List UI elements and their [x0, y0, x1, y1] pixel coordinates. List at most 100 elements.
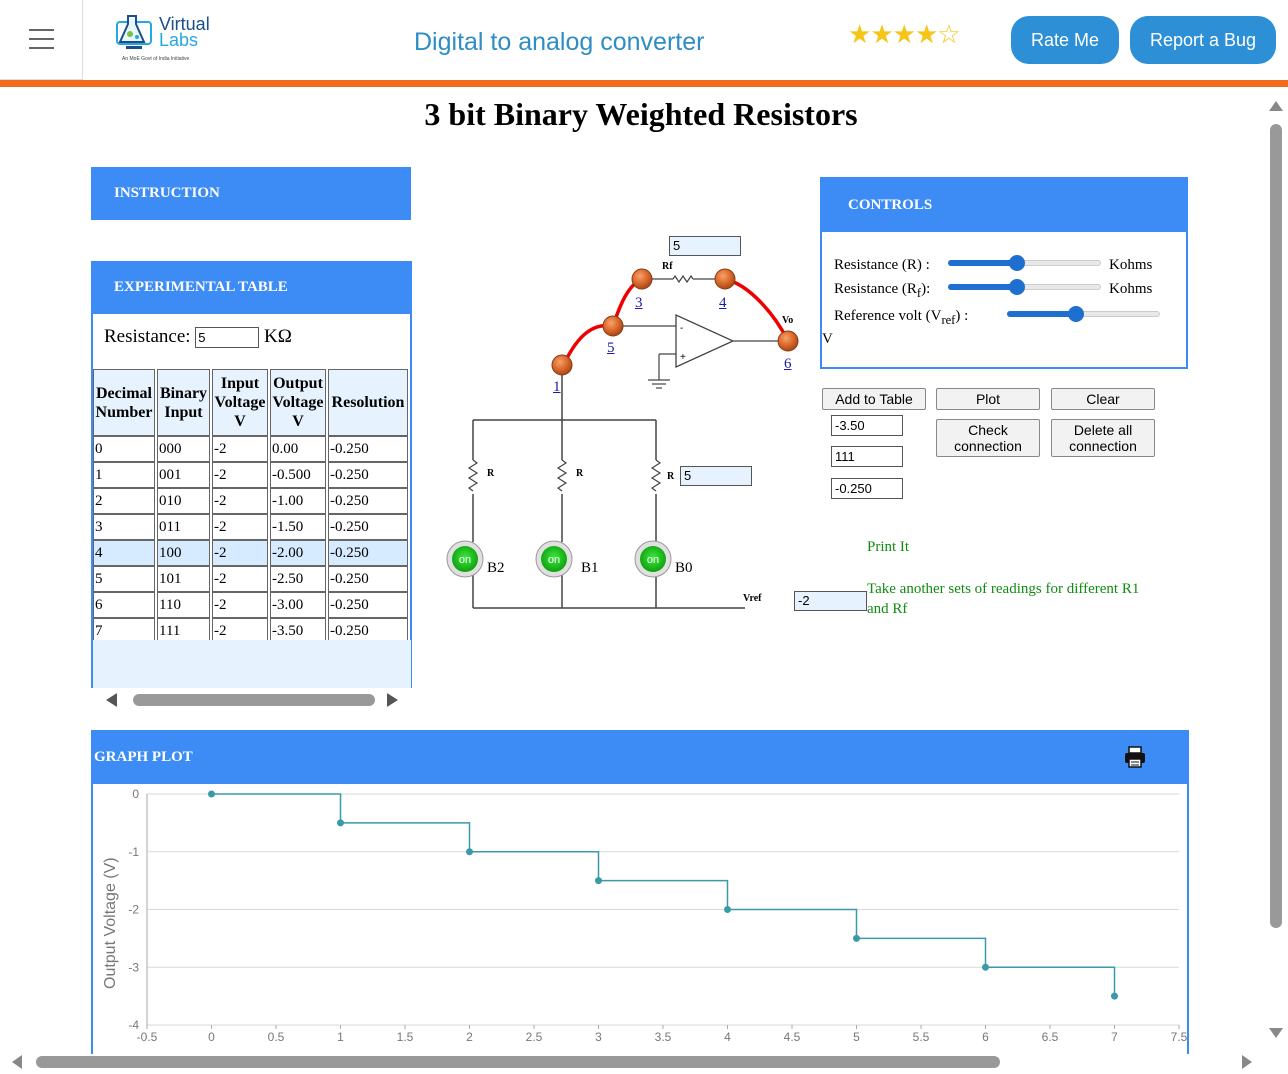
node-label-1[interactable]: 1: [553, 379, 561, 396]
node-label-3[interactable]: 3: [635, 295, 643, 312]
logo-text: Virtual Labs: [159, 15, 210, 50]
menu-button[interactable]: [0, 0, 83, 80]
scroll-left-arrow-icon[interactable]: [12, 1055, 22, 1069]
node-label-5[interactable]: 5: [607, 340, 615, 357]
vref-input[interactable]: -2: [794, 591, 867, 611]
slider-knob[interactable]: [1008, 255, 1025, 271]
scroll-down-arrow-icon[interactable]: [1269, 1028, 1283, 1038]
rating-stars[interactable]: ★★★★☆: [848, 20, 961, 50]
x-tick-label: 4: [724, 1030, 731, 1044]
output-voltage-field[interactable]: -3.50: [831, 415, 903, 436]
y-tick-label: 0: [132, 787, 139, 801]
data-point[interactable]: [853, 934, 860, 942]
logo-line2: Labs: [159, 30, 199, 50]
scroll-thumb[interactable]: [1270, 124, 1282, 928]
connection-wire[interactable]: [724, 277, 790, 342]
col-header-text: Voltage: [214, 394, 266, 411]
slider-knob[interactable]: [1008, 279, 1025, 295]
switch-b2[interactable]: on: [446, 540, 484, 578]
flask-icon: [116, 15, 152, 49]
binary-cell: 101: [157, 566, 210, 592]
delete-all-connection-button[interactable]: Delete all connection: [1051, 419, 1155, 457]
scroll-up-arrow-icon[interactable]: [1269, 101, 1283, 111]
scroll-thumb[interactable]: [133, 694, 375, 706]
table-row: 0 000 -2 0.00 -0.250: [93, 436, 408, 462]
r-slider[interactable]: [948, 255, 1101, 271]
r-input[interactable]: 5: [680, 466, 752, 486]
table-horizontal-scrollbar[interactable]: [93, 690, 411, 710]
scroll-right-arrow-icon[interactable]: [1242, 1055, 1252, 1069]
scroll-right-arrow-icon[interactable]: [387, 693, 398, 707]
star-icon[interactable]: ★: [870, 20, 893, 50]
data-point[interactable]: [208, 790, 215, 798]
page-horizontal-scrollbar[interactable]: [0, 1050, 1264, 1074]
node-1[interactable]: [551, 354, 573, 376]
binary-field[interactable]: 111: [831, 446, 903, 467]
scroll-thumb[interactable]: [36, 1056, 1000, 1068]
decimal-cell: 2: [93, 488, 155, 514]
switch-b0[interactable]: on: [634, 540, 672, 578]
x-tick-label: 4.5: [784, 1030, 801, 1044]
input-voltage-cell: -2: [212, 436, 268, 462]
col-header-text: Number: [95, 403, 153, 421]
switch-b1[interactable]: on: [535, 540, 573, 578]
another-readings-message: Take another sets of readings for differ…: [867, 581, 1140, 617]
output-voltage-chart: 0-1-2-3-4-0.5 0 0.5 1 1.5 2 2.5 3 3.5 4 4.5 5 5.5 6 6.…: [102, 787, 1188, 1044]
report-bug-button[interactable]: Report a Bug: [1130, 16, 1276, 64]
vref-slider[interactable]: [1007, 306, 1160, 322]
rf-input[interactable]: 5: [669, 236, 741, 256]
node-5[interactable]: [602, 315, 624, 337]
binary-cell: 001: [157, 462, 210, 488]
data-point[interactable]: [595, 877, 602, 885]
resolution-field[interactable]: -0.250: [831, 478, 903, 499]
resistance-input[interactable]: [195, 327, 260, 349]
star-icon[interactable]: ★: [915, 20, 938, 50]
rf-slider[interactable]: [948, 279, 1101, 295]
output-voltage-cell: -3.00: [270, 592, 326, 618]
resistor-b0: [650, 459, 662, 492]
star-outline-icon[interactable]: ☆: [937, 20, 960, 50]
data-point[interactable]: [982, 963, 989, 971]
print-it-link[interactable]: Print It: [867, 539, 909, 556]
resolution-cell: -0.250: [328, 488, 408, 514]
slider-knob[interactable]: [1067, 306, 1084, 322]
app-title: Digital to analog converter: [414, 28, 705, 56]
data-point[interactable]: [466, 848, 473, 856]
node-3[interactable]: [631, 268, 653, 290]
virtual-labs-logo[interactable]: Virtual Labs An MoE Govt of India Initia…: [114, 12, 224, 66]
col-header-text: Output: [273, 375, 323, 392]
x-tick-label: 7.5: [1171, 1030, 1187, 1044]
clear-button[interactable]: Clear: [1051, 388, 1155, 410]
scroll-left-arrow-icon[interactable]: [106, 693, 117, 707]
input-voltage-cell: -2: [212, 488, 268, 514]
star-icon[interactable]: ★: [848, 20, 871, 50]
page-vertical-scrollbar[interactable]: [1264, 96, 1288, 1048]
top-header: Virtual Labs An MoE Govt of India Initia…: [0, 0, 1288, 80]
data-point[interactable]: [724, 906, 731, 913]
node-4[interactable]: [714, 268, 736, 290]
col-header-resolution: Resolution: [328, 369, 408, 436]
node-label-4[interactable]: 4: [719, 295, 727, 312]
decimal-cell: 1: [93, 462, 155, 488]
col-header-input-voltage: Input Voltage V: [212, 369, 268, 436]
data-point[interactable]: [337, 819, 344, 827]
y-axis-label: Output Voltage (V): [102, 857, 119, 989]
x-tick-label: 5.5: [913, 1030, 930, 1044]
node-6[interactable]: [777, 330, 799, 352]
data-point[interactable]: [1111, 992, 1118, 1000]
table-row: 2 010 -2 -1.00 -0.250: [93, 488, 408, 514]
output-voltage-cell: 0.00: [270, 436, 326, 462]
output-voltage-cell: -2.50: [270, 566, 326, 592]
resistor-b1: [556, 459, 568, 492]
check-connection-button[interactable]: Check connection: [936, 419, 1040, 457]
instruction-header[interactable]: INSTRUCTION: [91, 167, 411, 220]
output-voltage-cell: -1.00: [270, 488, 326, 514]
x-tick-label: 6: [982, 1030, 989, 1044]
printer-icon[interactable]: [1124, 746, 1146, 768]
node-label-6[interactable]: 6: [784, 356, 792, 373]
plot-button[interactable]: Plot: [936, 388, 1040, 410]
add-to-table-button[interactable]: Add to Table: [822, 388, 926, 410]
star-icon[interactable]: ★: [893, 20, 916, 50]
rate-me-button[interactable]: Rate Me: [1011, 16, 1119, 64]
x-tick-label: 3: [595, 1030, 602, 1044]
